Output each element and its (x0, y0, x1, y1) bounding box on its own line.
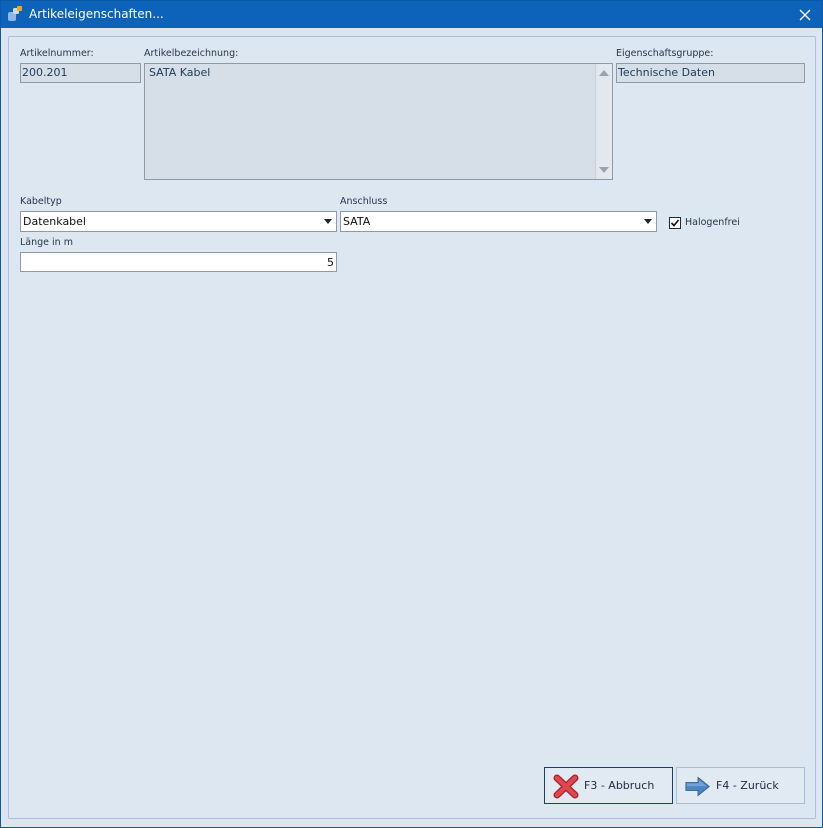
arrow-right-icon (685, 776, 710, 797)
title-bar[interactable]: Artikeleigenschaften... (1, 1, 822, 28)
anschluss-value: SATA (343, 215, 371, 228)
kabeltyp-value: Datenkabel (23, 215, 86, 228)
cancel-button-label: F3 - Abbruch (584, 779, 655, 792)
back-button[interactable]: F4 - Zurück (676, 767, 805, 804)
kabeltyp-dropdown-button[interactable] (319, 212, 336, 231)
kabeltyp-select[interactable]: Datenkabel (20, 211, 337, 232)
anschluss-label: Anschluss (340, 196, 388, 207)
laenge-label: Länge in m (20, 237, 73, 248)
app-icon (8, 6, 22, 21)
checkmark-icon (670, 219, 680, 227)
memo-scrollbar[interactable] (595, 64, 612, 179)
eigenschaftsgruppe-label: Eigenschaftsgruppe: (616, 48, 714, 59)
anschluss-select[interactable]: SATA (340, 211, 657, 232)
chevron-down-icon (324, 219, 332, 224)
chevron-down-icon (644, 219, 652, 224)
laenge-value: 5 (327, 256, 334, 269)
close-button[interactable] (788, 1, 822, 28)
artikelbezeichnung-field[interactable]: SATA Kabel (144, 63, 613, 180)
dialog-window: Artikeleigenschaften... Artikelnummer: 2… (0, 0, 823, 828)
red-x-icon (553, 774, 579, 799)
artikelnummer-label: Artikelnummer: (20, 48, 94, 59)
kabeltyp-label: Kabeltyp (20, 196, 62, 207)
window-title: Artikeleigenschaften... (29, 7, 164, 21)
close-icon (799, 9, 811, 20)
laenge-input[interactable]: 5 (20, 252, 337, 272)
artikelnummer-field[interactable]: 200.201 (20, 63, 141, 83)
halogenfrei-checkbox[interactable] (669, 217, 681, 229)
scroll-down-icon[interactable] (599, 167, 609, 173)
artikelbezeichnung-label: Artikelbezeichnung: (144, 48, 239, 59)
back-button-label: F4 - Zurück (716, 779, 779, 792)
cancel-button[interactable]: F3 - Abbruch (544, 767, 673, 804)
artikelbezeichnung-text: SATA Kabel (149, 66, 211, 79)
scroll-up-icon[interactable] (599, 70, 609, 76)
anschluss-dropdown-button[interactable] (639, 212, 656, 231)
eigenschaftsgruppe-field[interactable]: Technische Daten (616, 63, 805, 83)
halogenfrei-label[interactable]: Halogenfrei (685, 217, 740, 228)
